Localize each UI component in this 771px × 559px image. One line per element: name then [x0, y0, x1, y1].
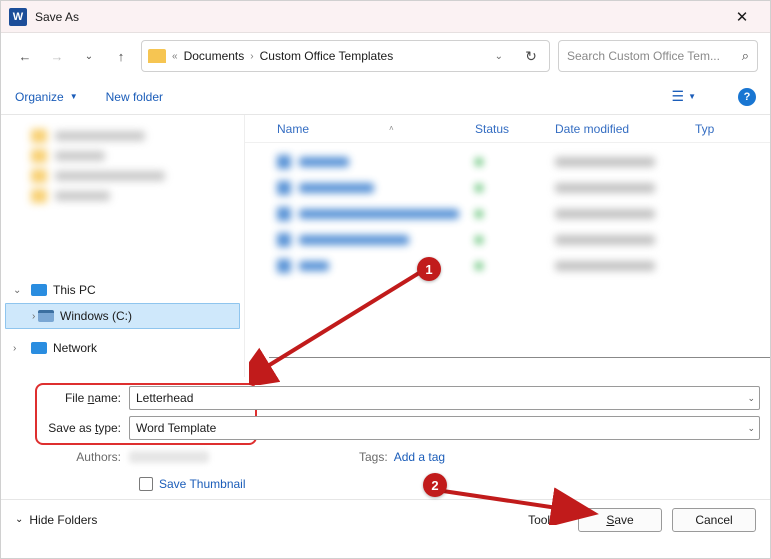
network-icon: [31, 342, 47, 354]
save-button[interactable]: Save: [578, 508, 662, 532]
chevron-right-icon: ›: [248, 51, 255, 62]
thispc-label: This PC: [53, 283, 96, 297]
word-app-icon: W: [9, 8, 27, 26]
authors-value-blurred[interactable]: [129, 451, 209, 463]
hide-folders-button[interactable]: ⌄ Hide Folders: [15, 513, 97, 527]
refresh-button[interactable]: ↻: [519, 48, 543, 65]
cancel-button[interactable]: Cancel: [672, 508, 756, 532]
file-list: Name ˄ Status Date modified Typ: [245, 115, 770, 377]
sort-asc-icon: ˄: [389, 124, 394, 133]
search-input[interactable]: Search Custom Office Tem... ⌕: [558, 40, 758, 72]
window-title: Save As: [35, 10, 722, 24]
tools-menu[interactable]: Tools ▼: [528, 513, 568, 527]
address-dropdown-icon[interactable]: ⌄: [489, 51, 509, 62]
savetype-value: Word Template: [136, 421, 216, 435]
tags-label: Tags:: [359, 450, 388, 464]
organize-label: Organize: [15, 90, 64, 104]
view-menu[interactable]: ☰ ▼: [672, 88, 696, 105]
tree-blurred-section: [1, 115, 244, 273]
close-button[interactable]: ✕: [722, 1, 762, 33]
col-status[interactable]: Status: [475, 122, 555, 136]
tree-item-thispc[interactable]: ⌄ This PC: [1, 277, 244, 303]
chevron-down-icon: ▼: [70, 92, 78, 101]
hide-folders-label: Hide Folders: [29, 513, 97, 527]
col-type[interactable]: Typ: [695, 122, 725, 136]
tree-item-drive-c[interactable]: › Windows (C:): [5, 303, 240, 329]
expand-right-icon[interactable]: ›: [18, 311, 32, 322]
main-split: ⌄ This PC › Windows (C:) › Network Name …: [1, 115, 770, 377]
search-icon: ⌕: [742, 48, 749, 64]
col-name-label: Name: [277, 122, 309, 136]
chevron-down-icon: ▼: [560, 515, 568, 524]
footer: ⌄ Hide Folders Tools ▼ Save Cancel: [1, 499, 770, 539]
search-placeholder: Search Custom Office Tem...: [567, 49, 742, 63]
up-button[interactable]: ↑: [109, 44, 133, 68]
filename-input[interactable]: Letterhead ⌄: [129, 386, 760, 410]
annotation-badge-2: 2: [423, 473, 447, 497]
nav-row: ← → ⌄ ↑ « Documents › Custom Office Temp…: [1, 33, 770, 79]
annotation-badge-1: 1: [417, 257, 441, 281]
folder-tree: ⌄ This PC › Windows (C:) › Network: [1, 115, 245, 377]
save-fields: File name: Letterhead ⌄ Save as type: Wo…: [1, 377, 770, 499]
save-thumbnail-label: Save Thumbnail: [159, 477, 246, 491]
file-rows-blurred: [245, 143, 770, 285]
network-label: Network: [53, 341, 97, 355]
save-thumbnail-checkbox[interactable]: [139, 477, 153, 491]
expand-down-icon[interactable]: ⌄: [13, 285, 25, 296]
organize-menu[interactable]: Organize ▼: [15, 90, 78, 104]
separator-line: [269, 357, 770, 358]
address-bar[interactable]: « Documents › Custom Office Templates ⌄ …: [141, 40, 550, 72]
savetype-row: Save as type: Word Template ⌄: [11, 415, 760, 441]
breadcrumb-templates[interactable]: Custom Office Templates: [260, 49, 394, 63]
col-name[interactable]: Name ˄: [245, 122, 475, 136]
save-thumbnail-row: Save Thumbnail: [11, 469, 760, 499]
filename-row: File name: Letterhead ⌄: [11, 385, 760, 411]
savetype-select[interactable]: Word Template ⌄: [129, 416, 760, 440]
column-headers: Name ˄ Status Date modified Typ: [245, 115, 770, 143]
filename-label: File name:: [11, 391, 129, 405]
chevron-down-icon[interactable]: ⌄: [747, 393, 755, 404]
titlebar: W Save As ✕: [1, 1, 770, 33]
recent-chevron[interactable]: ⌄: [77, 44, 101, 68]
back-button[interactable]: ←: [13, 44, 37, 68]
tools-label: Tools: [528, 513, 556, 527]
breadcrumb-documents[interactable]: Documents: [184, 49, 245, 63]
breadcrumb-sep-icon: «: [170, 51, 180, 62]
pc-icon: [31, 284, 47, 296]
chevron-down-icon: ⌄: [15, 514, 23, 525]
list-view-icon: ☰: [672, 88, 685, 105]
chevron-down-icon: ▼: [688, 92, 696, 101]
filename-value: Letterhead: [136, 391, 193, 405]
chevron-down-icon[interactable]: ⌄: [747, 423, 755, 434]
add-tag-link[interactable]: Add a tag: [394, 450, 445, 464]
folder-icon: [148, 49, 166, 63]
toolbar: Organize ▼ New folder ☰ ▼ ?: [1, 79, 770, 115]
new-folder-button[interactable]: New folder: [106, 90, 163, 104]
drive-icon: [38, 310, 54, 322]
forward-button[interactable]: →: [45, 44, 69, 68]
help-button[interactable]: ?: [738, 88, 756, 106]
authors-label: Authors:: [11, 450, 129, 464]
tree-item-network[interactable]: › Network: [1, 335, 244, 361]
col-date[interactable]: Date modified: [555, 122, 695, 136]
expand-right-icon[interactable]: ›: [13, 343, 25, 354]
savetype-label: Save as type:: [11, 421, 129, 435]
drive-label: Windows (C:): [60, 309, 132, 323]
meta-row: Authors: Tags: Add a tag: [11, 445, 760, 469]
